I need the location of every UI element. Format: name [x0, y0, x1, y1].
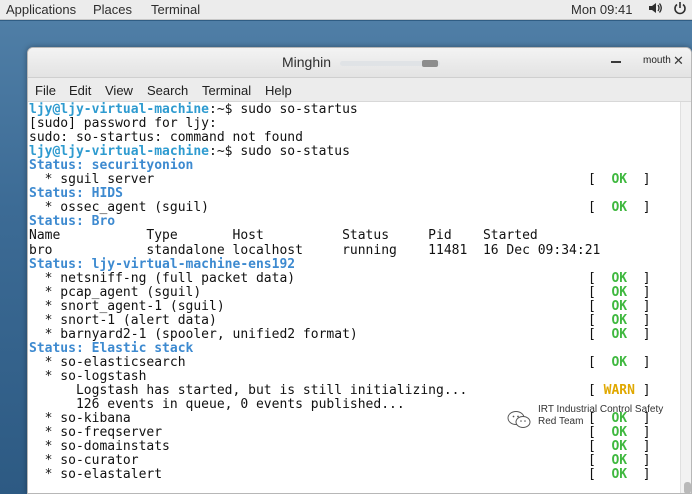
- service-status-badge: [ OK ]: [588, 355, 651, 370]
- places-menu[interactable]: Places: [93, 2, 132, 17]
- menu-search[interactable]: Search: [147, 83, 188, 98]
- status-ok: OK: [603, 453, 635, 468]
- clock[interactable]: Mon 09:41: [571, 2, 632, 17]
- terminal-output-line: * sguil server: [29, 172, 155, 187]
- terminal-output-line: Name Type Host Status Pid Started: [29, 228, 538, 243]
- top-panel: Applications Places Terminal Mon 09:41: [0, 0, 692, 20]
- service-status-badge: [ OK ]: [588, 327, 651, 342]
- terminal-output-line: * so-freqserver: [29, 425, 163, 440]
- terminal-app-menu[interactable]: Terminal: [151, 2, 200, 17]
- status-ok: OK: [603, 313, 635, 328]
- terminal-output-line: Logstash has started, but is still initi…: [29, 383, 468, 398]
- title-redaction-mark: [422, 60, 438, 67]
- status-ok: OK: [603, 285, 635, 300]
- terminal-output-line: * snort-1 (alert data): [29, 313, 217, 328]
- status-section-header: Status: Bro: [29, 214, 116, 229]
- watermark: IRT Industrial Control Safety Red Team: [498, 404, 688, 444]
- menu-help[interactable]: Help: [265, 83, 292, 98]
- service-status-badge: [ OK ]: [588, 172, 651, 187]
- terminal-output-line: sudo: so-startus: command not found: [29, 130, 303, 145]
- prompt-path: :~$: [209, 102, 241, 117]
- window-title: Minghin: [282, 54, 332, 70]
- terminal-output-line: * so-domainstats: [29, 439, 170, 454]
- status-section-header: Status: HIDS: [29, 186, 123, 201]
- menu-file[interactable]: File: [35, 83, 56, 98]
- terminal-output-line: * so-elastalert: [29, 467, 163, 482]
- watermark-line1: IRT Industrial Control Safety: [538, 404, 664, 415]
- status-section-header: Status: Elastic stack: [29, 341, 194, 356]
- volume-icon[interactable]: [648, 1, 662, 18]
- terminal-prompt-line: ljy@ljy-virtual-machine:~$ sudo so-statu…: [29, 145, 350, 159]
- prompt-command: sudo so-startus: [240, 102, 358, 117]
- status-ok: OK: [603, 271, 635, 286]
- window-titlebar[interactable]: Minghin mouth ✕: [28, 48, 691, 78]
- terminal-output-line: * so-logstash: [29, 369, 147, 384]
- status-ok: OK: [603, 172, 635, 187]
- status-section-header: Status: ljy-virtual-machine-ens192: [29, 257, 296, 272]
- terminal-output-line: [sudo] password for ljy:: [29, 116, 217, 131]
- service-status-badge: [ OK ]: [588, 285, 651, 300]
- power-icon[interactable]: [673, 1, 687, 18]
- terminal-prompt-line: ljy@ljy-virtual-machine:~$ sudo so-start…: [29, 103, 358, 117]
- terminal-output-line: * so-curator: [29, 453, 139, 468]
- terminal-output-line: * so-elasticsearch: [29, 355, 186, 370]
- prompt-command: sudo so-status: [240, 144, 350, 159]
- watermark-line2: Red Team: [538, 416, 584, 427]
- prompt-user-host: ljy@ljy-virtual-machine: [29, 144, 210, 159]
- terminal-output-line: bro standalone localhost running 11481 1…: [29, 243, 601, 258]
- service-status-badge: [ OK ]: [588, 200, 651, 215]
- menu-edit[interactable]: Edit: [69, 83, 91, 98]
- service-status-badge: [ OK ]: [588, 299, 651, 314]
- service-status-badge: [ OK ]: [588, 271, 651, 286]
- minimize-icon[interactable]: [611, 61, 621, 63]
- menu-terminal[interactable]: Terminal: [202, 83, 251, 98]
- terminal-output-line: * netsniff-ng (full packet data): [29, 271, 296, 286]
- prompt-path: :~$: [209, 144, 241, 159]
- status-ok: OK: [603, 200, 635, 215]
- status-ok: OK: [603, 299, 635, 314]
- menu-view[interactable]: View: [105, 83, 133, 98]
- status-warn: WARN: [603, 383, 635, 398]
- service-status-badge: [ OK ]: [588, 453, 651, 468]
- status-ok: OK: [603, 467, 635, 482]
- menu-bar: File Edit View Search Terminal Help: [28, 78, 691, 102]
- service-status-badge: [ OK ]: [588, 467, 651, 482]
- terminal-output-line: * ossec_agent (sguil): [29, 200, 210, 215]
- status-section-header: Status: securityonion: [29, 158, 194, 173]
- scrollbar-thumb[interactable]: [684, 482, 691, 493]
- wechat-icon: [507, 411, 531, 428]
- applications-menu[interactable]: Applications: [6, 2, 76, 17]
- status-ok: OK: [603, 327, 635, 342]
- close-icon[interactable]: ✕: [673, 54, 684, 69]
- status-ok: OK: [603, 355, 635, 370]
- terminal-output-line: * barnyard2-1 (spooler, unified2 format): [29, 327, 358, 342]
- titlebar-label: mouth: [643, 55, 671, 66]
- terminal-output-line: * pcap_agent (sguil): [29, 285, 202, 300]
- prompt-user-host: ljy@ljy-virtual-machine: [29, 102, 210, 117]
- service-status-badge: [ OK ]: [588, 313, 651, 328]
- terminal-output-line: * so-kibana: [29, 411, 131, 426]
- terminal-output-line: * snort_agent-1 (sguil): [29, 299, 225, 314]
- service-status-badge: [ WARN ]: [588, 383, 651, 398]
- terminal-output-line: 126 events in queue, 0 events published.…: [29, 397, 405, 412]
